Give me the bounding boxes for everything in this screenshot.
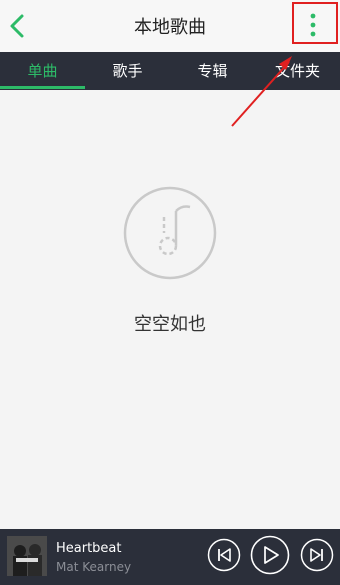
previous-icon[interactable] [207,538,241,572]
play-icon[interactable] [250,535,290,575]
mini-player[interactable]: Heartbeat Mat Kearney [0,529,340,585]
artist-name: Mat Kearney [56,560,132,574]
empty-state-message: 空空如也 [134,314,206,335]
tab-songs[interactable]: 单曲 [0,52,85,90]
song-title: Heartbeat [56,541,122,556]
active-tab-indicator [0,86,85,89]
annotation-highlight-box [292,2,338,44]
page-title: 本地歌曲 [134,17,206,38]
album-cover[interactable] [7,536,47,576]
album-art-icon [7,536,47,576]
next-icon[interactable] [300,538,334,572]
tab-bar: 单曲 歌手 专辑 文件夹 [0,52,340,90]
header-bar: 本地歌曲 [0,0,340,52]
tab-artists[interactable]: 歌手 [85,52,170,90]
tab-folders[interactable]: 文件夹 [255,52,340,90]
music-note-disc-icon [123,186,217,280]
tab-albums[interactable]: 专辑 [170,52,255,90]
